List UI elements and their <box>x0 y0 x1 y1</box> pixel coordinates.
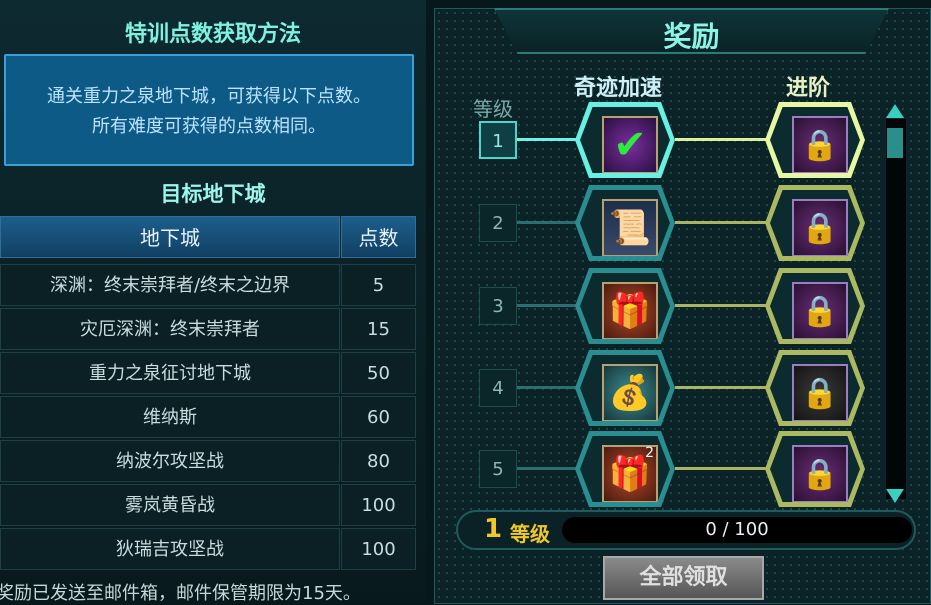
dungeon-name: 灾厄深渊：终末崇拜者 <box>0 308 340 350</box>
progress-text: 0 / 100 <box>705 519 769 540</box>
advanced-header: 进阶 <box>786 76 831 101</box>
connector-line <box>675 467 767 470</box>
claim-all-button[interactable]: 全部领取 <box>603 556 764 600</box>
connector-line <box>517 386 577 389</box>
dungeon-name: 维纳斯 <box>0 396 340 438</box>
level-badge: 1 <box>479 121 517 159</box>
advanced-reward-2[interactable]: 🔒 <box>765 185 865 261</box>
miracle-accel-reward-5[interactable]: 🎁 2 <box>575 431 675 507</box>
level-word: 等级 <box>510 522 550 546</box>
miracle-accel-reward-4[interactable]: 💰 <box>575 350 675 426</box>
level-badge: 3 <box>479 287 517 325</box>
table-row: 维纳斯 60 <box>0 396 416 440</box>
dungeon-points: 50 <box>341 352 416 394</box>
level-badge: 4 <box>479 369 517 407</box>
level-badge: 5 <box>479 450 517 488</box>
points-method-title: 特训点数获取方法 <box>124 22 301 47</box>
advanced-reward-3[interactable]: 🔒 <box>765 268 865 344</box>
reward-scroll-up-button[interactable] <box>886 104 904 118</box>
table-row: 重力之泉征讨地下城 50 <box>0 352 416 396</box>
connector-line <box>675 304 767 307</box>
red-box-icon: 🎁 <box>602 282 658 339</box>
connector-line <box>517 138 577 141</box>
pouch-icon: 💰 <box>602 364 658 421</box>
table-row: 纳波尔攻坚战 80 <box>0 440 416 484</box>
connector-line <box>675 221 767 224</box>
miracle-accel-reward-1[interactable]: ✔ <box>575 102 675 178</box>
advanced-reward-5[interactable]: 🔒 <box>765 431 865 507</box>
reward-scroll-down-button[interactable] <box>886 489 904 503</box>
dungeon-name: 重力之泉征讨地下城 <box>0 352 340 394</box>
info-line-1: 通关重力之泉地下城，可获得以下点数。 <box>47 86 371 107</box>
table-row: 雾岚黄昏战 100 <box>0 484 416 528</box>
current-level: 1 <box>484 514 503 544</box>
check-icon: ✔ <box>602 116 658 173</box>
connector-line <box>517 304 577 307</box>
dungeon-name: 狄瑞吉攻坚战 <box>0 528 340 570</box>
connector-line <box>517 467 577 470</box>
info-line-2: 所有难度可获得的点数相同。 <box>92 116 326 137</box>
dungeon-points: 15 <box>341 308 416 350</box>
lock-icon: 🔒 <box>792 445 848 502</box>
map-scroll-icon: 📜 <box>602 199 658 256</box>
mail-notice: 奖励已发送至邮件箱，邮件保管期限为15天。 <box>0 583 361 604</box>
level-badge: 2 <box>479 204 517 242</box>
dungeon-points: 80 <box>341 440 416 482</box>
dungeon-points: 100 <box>341 484 416 526</box>
miracle-accel-reward-3[interactable]: 🎁 <box>575 268 675 344</box>
table-row: 狄瑞吉攻坚战 100 <box>0 528 416 572</box>
dungeon-points: 5 <box>341 264 416 306</box>
lock-icon: 🔒 <box>792 282 848 339</box>
info-box: 通关重力之泉地下城，可获得以下点数。 所有难度可获得的点数相同。 <box>4 54 414 166</box>
column-header-dungeon: 地下城 <box>0 216 340 258</box>
advanced-reward-1[interactable]: 🔒 <box>765 102 865 178</box>
reward-scroll-thumb[interactable] <box>887 128 903 158</box>
red-box-icon: 🎁 2 <box>602 445 658 502</box>
target-dungeon-title: 目标地下城 <box>160 182 266 206</box>
reward-scrollbar[interactable] <box>885 118 907 500</box>
column-header-points: 点数 <box>341 216 416 258</box>
connector-line <box>517 221 577 224</box>
connector-line <box>675 138 767 141</box>
reward-count: 2 <box>645 445 654 461</box>
dungeon-points: 100 <box>341 528 416 570</box>
lock-icon: 🔒 <box>792 364 848 421</box>
dungeon-name: 纳波尔攻坚战 <box>0 440 340 482</box>
advanced-reward-4[interactable]: 🔒 <box>765 350 865 426</box>
table-row: 灾厄深渊：终末崇拜者 15 <box>0 308 416 352</box>
lock-icon: 🔒 <box>792 116 848 173</box>
dungeon-name: 深渊：终末崇拜者/终末之边界 <box>0 264 340 306</box>
table-header: 地下城 点数 <box>0 216 416 260</box>
table-row: 深渊：终末崇拜者/终末之边界 5 <box>0 264 416 308</box>
lock-icon: 🔒 <box>792 199 848 256</box>
dungeon-name: 雾岚黄昏战 <box>0 484 340 526</box>
level-header: 等级 <box>473 97 513 121</box>
miracle-accel-header: 奇迹加速 <box>574 76 663 101</box>
rewards-title: 奖励 <box>663 20 720 53</box>
miracle-accel-reward-2[interactable]: 📜 <box>575 185 675 261</box>
dungeon-points: 60 <box>341 396 416 438</box>
connector-line <box>675 386 767 389</box>
